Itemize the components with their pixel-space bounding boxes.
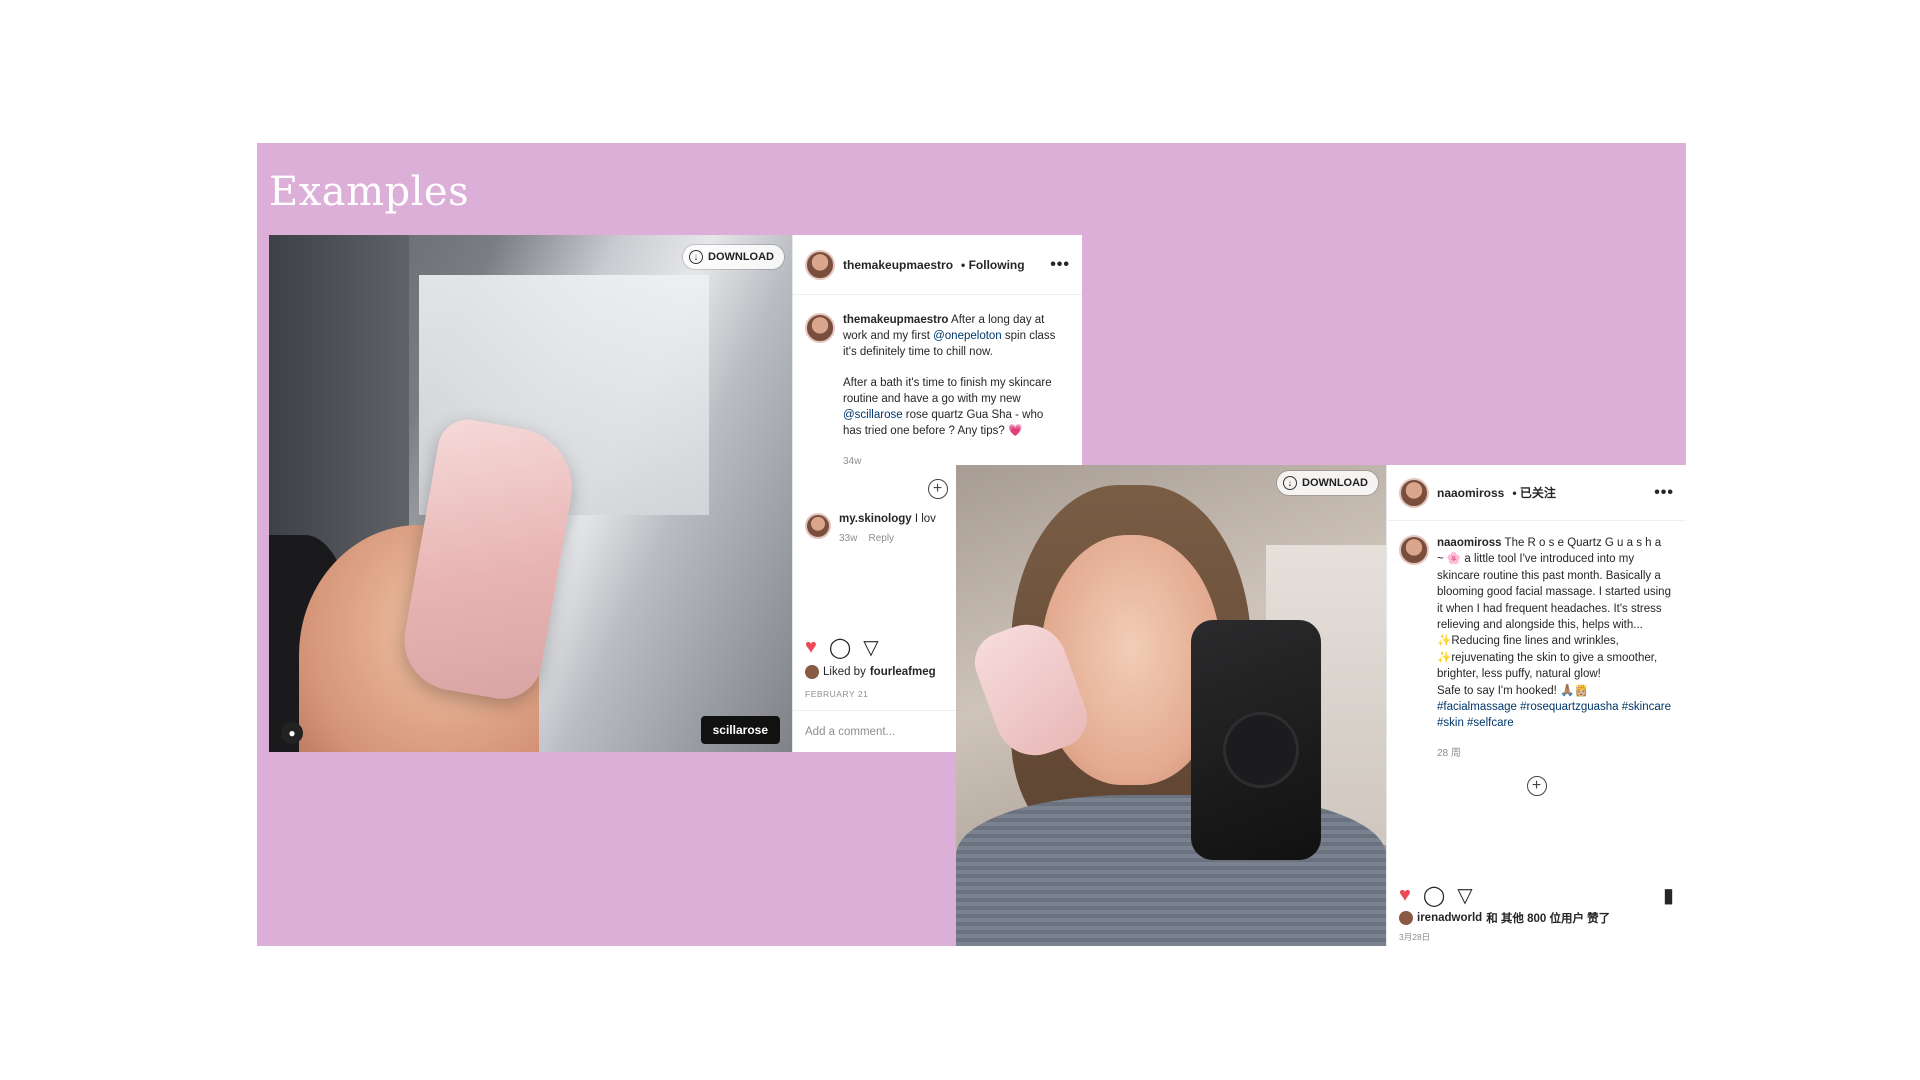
caption-line4: Safe to say I'm hooked! 🙏🏽👸🏼 [1437, 684, 1589, 697]
caption-text: themakeupmaestro After a long day at wor… [843, 313, 1061, 469]
reply-link[interactable]: Reply [868, 533, 894, 544]
liker-avatar[interactable] [805, 665, 819, 679]
comment-text: I lov [911, 513, 936, 526]
post2-date: 3月28日 [1399, 932, 1431, 942]
post2-likes: irenadworld 和 其他 800 位用户 赞了 [1399, 910, 1610, 926]
add-circle-icon[interactable]: + [1526, 776, 1547, 797]
photo-tag-label[interactable]: scillarose [700, 716, 780, 744]
slide: Examples ↓ DOWNLOAD ● scillarose themake… [257, 143, 1686, 946]
caption-hashtags[interactable]: #facialmassage #rosequartzguasha #skinca… [1437, 699, 1671, 732]
caption-time: 28 周 [1437, 747, 1461, 759]
follow-status[interactable]: • Following [961, 258, 1025, 272]
caption-line2: ✨Reducing fine lines and wrinkles, [1437, 635, 1619, 648]
download-label: DOWNLOAD [1302, 477, 1368, 489]
instagram-post-2: ↓ DOWNLOAD naaomiross • 已关注 ••• naaomiro… [956, 465, 1686, 946]
comment-icon[interactable]: ◯ [829, 635, 851, 660]
caption-text: naaomiross The R o s e Quartz G u a s h … [1437, 535, 1671, 762]
bookmark-icon[interactable]: ▮ [1663, 883, 1674, 908]
comment-body: my.skinology I lov 33w Reply [839, 513, 936, 544]
mention-scillarose[interactable]: @scillarose [843, 409, 903, 421]
download-button[interactable]: ↓ DOWNLOAD [683, 245, 784, 269]
post2-header-username[interactable]: naaomiross [1437, 486, 1504, 500]
slide-title: Examples [269, 169, 470, 215]
comment-meta: 33w Reply [839, 533, 936, 544]
post2-actions: ♥ ◯ ▽ ▮ [1387, 883, 1686, 908]
post2-photo[interactable]: ↓ DOWNLOAD [956, 465, 1386, 946]
download-label: DOWNLOAD [708, 251, 774, 263]
post1-likes: Liked by fourleafmeg [805, 665, 936, 679]
caption-avatar[interactable] [1399, 535, 1429, 565]
likes-user[interactable]: irenadworld [1417, 912, 1482, 924]
post1-header-username[interactable]: themakeupmaestro [843, 258, 953, 272]
avatar[interactable] [805, 249, 835, 280]
send-icon[interactable]: ▽ [863, 635, 878, 660]
add-circle-icon[interactable]: + [927, 479, 948, 500]
caption-line3: ✨rejuvenating the skin to give a smoothe… [1437, 651, 1658, 681]
post2-caption: naaomiross The R o s e Quartz G u a s h … [1387, 521, 1686, 762]
caption-text1: The R o s e Quartz G u a s h a ~ 🌸 a lit… [1437, 537, 1671, 632]
photo-popsocket [1226, 715, 1296, 785]
mention-onepeloton[interactable]: @onepeloton [933, 330, 1002, 342]
caption-username[interactable]: themakeupmaestro [843, 314, 948, 326]
user-tag-icon[interactable]: ● [281, 722, 303, 744]
comment-time: 33w [839, 533, 858, 545]
comment-avatar[interactable] [805, 513, 831, 540]
post1-caption: themakeupmaestro After a long day at wor… [793, 295, 1082, 469]
post2-sidebar: naaomiross • 已关注 ••• naaomiross The R o … [1386, 465, 1686, 946]
likes-prefix: Liked by [823, 666, 866, 678]
caption-part3: After a bath it's time to finish my skin… [843, 377, 1052, 406]
post2-header: naaomiross • 已关注 ••• [1387, 465, 1686, 521]
photo-sweater [956, 795, 1386, 946]
send-icon[interactable]: ▽ [1457, 883, 1472, 908]
follow-status[interactable]: • 已关注 [1512, 484, 1556, 501]
caption-username[interactable]: naaomiross [1437, 537, 1502, 549]
download-button[interactable]: ↓ DOWNLOAD [1277, 471, 1378, 495]
more-icon[interactable]: ••• [1050, 256, 1070, 274]
download-icon: ↓ [1283, 476, 1297, 490]
heart-icon[interactable]: ♥ [805, 636, 817, 659]
heart-icon[interactable]: ♥ [1399, 884, 1411, 907]
post1-photo[interactable]: ↓ DOWNLOAD ● scillarose [269, 235, 792, 752]
avatar[interactable] [1399, 477, 1429, 508]
likes-user[interactable]: fourleafmeg [870, 666, 936, 678]
more-icon[interactable]: ••• [1654, 484, 1674, 502]
comment-username[interactable]: my.skinology [839, 513, 912, 525]
likes-suffix: 和 其他 800 位用户 赞了 [1486, 913, 1611, 925]
download-icon: ↓ [689, 250, 703, 264]
comment-icon[interactable]: ◯ [1423, 883, 1445, 908]
post1-header: themakeupmaestro • Following ••• [793, 235, 1082, 295]
post1-date: FEBRUARY 21 [805, 689, 869, 699]
liker-avatar[interactable] [1399, 911, 1413, 925]
caption-avatar[interactable] [805, 313, 835, 343]
